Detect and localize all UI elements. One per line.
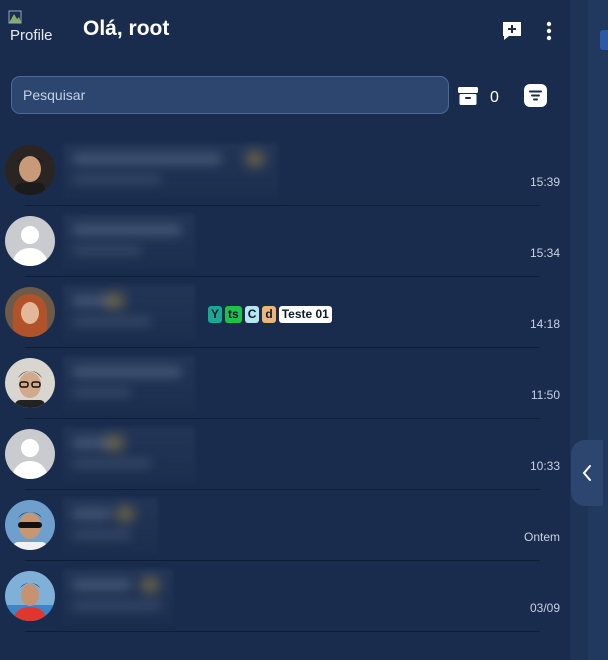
more-options-button[interactable] xyxy=(541,20,557,42)
chat-time: Ontem xyxy=(523,530,560,544)
greeting-title: Olá, root xyxy=(83,17,170,40)
new-chat-icon xyxy=(503,22,521,40)
chat-time: 15:39 xyxy=(529,175,560,189)
collapse-panel-button[interactable] xyxy=(571,440,603,506)
new-chat-button[interactable] xyxy=(501,20,523,42)
contact-avatar xyxy=(5,500,55,550)
chevron-left-icon xyxy=(582,465,591,481)
default-avatar-icon xyxy=(5,429,55,479)
default-avatar-icon xyxy=(5,216,55,266)
chat-item[interactable]: 11:50 xyxy=(0,348,570,419)
chat-item[interactable]: 15:39 xyxy=(0,135,570,206)
chat-item[interactable]: Ontem xyxy=(0,490,570,561)
archive-count: 0 xyxy=(490,89,499,106)
blurred-preview xyxy=(63,214,195,270)
blurred-preview xyxy=(63,498,158,554)
conversation-panel-edge xyxy=(570,0,608,660)
tag-badge: d xyxy=(262,306,276,323)
tag-badge: Teste 01 xyxy=(278,306,332,323)
profile-alt-text: Profile xyxy=(10,27,53,44)
contact-avatar xyxy=(5,571,55,621)
accent-marker xyxy=(600,30,608,50)
tag-list: Y ts C d Teste 01 xyxy=(208,306,332,323)
contact-avatar xyxy=(5,358,55,408)
contact-avatar xyxy=(5,287,55,337)
chat-list: 15:39 15:34 14:18 11:50 10:33 Ontem 03/0… xyxy=(0,135,570,632)
filter-button[interactable] xyxy=(523,83,548,108)
chat-time: 03/09 xyxy=(529,601,560,615)
blurred-preview xyxy=(63,569,173,625)
chat-item[interactable]: 03/09 xyxy=(0,561,570,632)
filter-icon xyxy=(524,84,547,107)
profile-avatar[interactable]: Profile xyxy=(8,10,58,44)
chat-time: 11:50 xyxy=(530,388,560,402)
tag-badge: C xyxy=(244,306,260,323)
tag-badge: Y xyxy=(208,306,223,323)
header: Profile Olá, root xyxy=(0,0,570,60)
blurred-preview xyxy=(63,285,195,341)
chat-time: 14:18 xyxy=(529,317,560,331)
contact-avatar xyxy=(5,145,55,195)
broken-image-icon xyxy=(8,10,22,24)
chat-list-panel: Profile Olá, root 0 xyxy=(0,0,570,660)
chat-time: 10:33 xyxy=(529,459,560,473)
chat-item[interactable]: 10:33 xyxy=(0,419,570,490)
blurred-preview xyxy=(63,427,195,483)
more-vertical-icon xyxy=(546,21,552,41)
chat-time: 15:34 xyxy=(529,246,560,260)
divider xyxy=(25,631,540,632)
search-input[interactable] xyxy=(11,76,449,114)
blurred-preview xyxy=(63,356,195,412)
archive-button[interactable] xyxy=(457,84,479,108)
tag-badge: ts xyxy=(225,306,242,323)
chat-item[interactable]: 15:34 xyxy=(0,206,570,277)
blurred-preview xyxy=(63,143,278,199)
archive-icon xyxy=(458,87,478,105)
